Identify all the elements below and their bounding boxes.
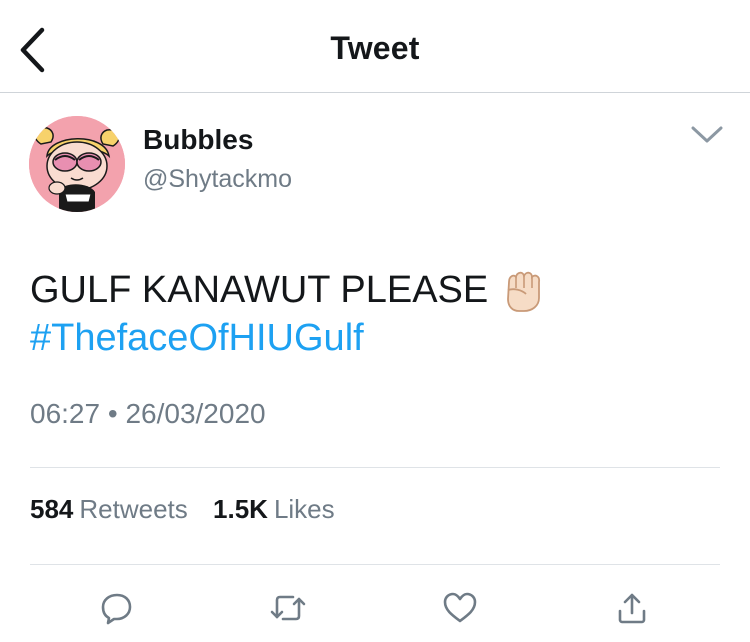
tweet-time: 06:27 <box>30 398 101 429</box>
chevron-down-icon <box>691 126 723 143</box>
retweets-label: Retweets <box>79 494 188 524</box>
tweet-date: 26/03/2020 <box>125 398 266 429</box>
engagement-stats: 584 Retweets 1.5K Likes <box>30 494 353 525</box>
avatar[interactable] <box>29 116 125 212</box>
author-display-name[interactable]: Bubbles <box>143 124 253 156</box>
top-nav-bar: Tweet <box>0 0 750 93</box>
raised-fist-emoji <box>507 271 541 312</box>
tweet-detail-page: Tweet Bubbles @Shytackmo GULF KANAWUT PL… <box>0 0 750 642</box>
page-title: Tweet <box>330 30 420 66</box>
author-handle[interactable]: @Shytackmo <box>143 165 292 194</box>
retweets-stat[interactable]: 584 Retweets <box>30 494 213 524</box>
tweet-text: GULF KANAWUT PLEASE <box>30 269 489 311</box>
tweet-menu-button[interactable] <box>688 120 726 150</box>
avatar-image <box>29 116 125 212</box>
divider <box>30 564 720 565</box>
heart-icon <box>443 592 477 623</box>
tweet-text-line: GULF KANAWUT PLEASE <box>30 266 720 314</box>
share-icon <box>618 593 646 624</box>
tweet-timestamp: 06:27 • 26/03/2020 <box>30 398 266 430</box>
hashtag-link[interactable]: #ThefaceOfHIUGulf <box>30 314 720 362</box>
retweet-icon <box>270 595 306 621</box>
reply-button[interactable] <box>97 588 137 628</box>
likes-count: 1.5K <box>213 494 268 524</box>
tweet-body: GULF KANAWUT PLEASE #ThefaceOfHIUGulf <box>30 266 720 362</box>
retweet-button[interactable] <box>268 588 308 628</box>
likes-stat[interactable]: 1.5K Likes <box>213 494 353 524</box>
divider <box>30 467 720 468</box>
share-button[interactable] <box>612 588 652 628</box>
like-button[interactable] <box>440 588 480 628</box>
likes-label: Likes <box>273 494 335 524</box>
reply-icon <box>101 593 132 625</box>
timestamp-separator: • <box>107 398 118 429</box>
retweets-count: 584 <box>30 494 74 524</box>
